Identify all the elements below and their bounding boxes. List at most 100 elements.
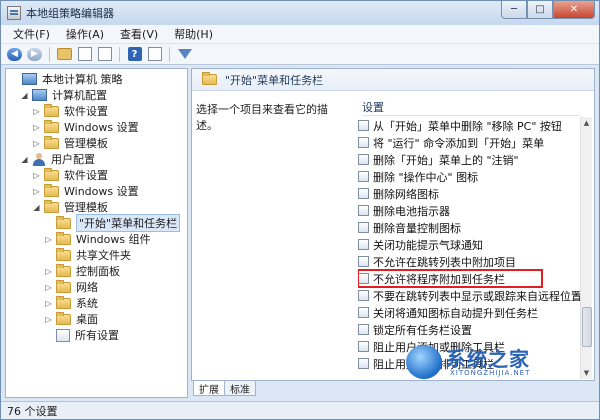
tree-item[interactable]: ▷ 管理模板: [32, 135, 108, 151]
view-tabs: 扩展 标准: [193, 381, 256, 396]
toolbar: ◀ ▶ ?: [1, 44, 599, 65]
folder-icon: [56, 231, 71, 245]
computer-icon: [32, 89, 47, 101]
menu-action[interactable]: 操作(A): [58, 26, 112, 42]
tree-expand-icon[interactable]: ▷: [44, 299, 53, 308]
tree-item-selected[interactable]: "开始"菜单和任务栏: [44, 214, 181, 232]
forward-arrow-icon: ▶: [27, 47, 42, 61]
menu-help[interactable]: 帮助(H): [166, 26, 221, 42]
toolbar-separator: [119, 46, 120, 62]
tree-item[interactable]: 共享文件夹: [44, 247, 131, 263]
minimize-button[interactable]: ─: [501, 1, 527, 19]
tree-expand-icon[interactable]: ▷: [44, 267, 53, 276]
list-item[interactable]: 关闭将通知图标自动提升到任务栏: [358, 304, 582, 321]
export-list-button[interactable]: [96, 46, 113, 63]
list-item[interactable]: 不要在跳转列表中显示或跟踪来自远程位置的项目: [358, 287, 582, 304]
help-button[interactable]: ?: [126, 46, 143, 63]
vertical-scrollbar[interactable]: ▲ ▼: [580, 117, 592, 379]
back-button[interactable]: ◀: [6, 46, 23, 63]
tree-item[interactable]: ◢ 管理模板: [32, 199, 108, 215]
list-item[interactable]: 锁定所有任务栏设置: [358, 321, 582, 338]
app-window: 本地组策略编辑器 ─ □ ✕ 文件(F) 操作(A) 查看(V) 帮助(H) ◀…: [0, 0, 600, 420]
list-item[interactable]: 删除 "操作中心" 图标: [358, 168, 582, 185]
list-item[interactable]: 将 "运行" 命令添加到「开始」菜单: [358, 134, 582, 151]
policy-setting-icon: [358, 324, 369, 335]
tree-item-label: 系统: [76, 297, 98, 310]
tree-expand-icon[interactable]: ▷: [44, 283, 53, 292]
menu-view[interactable]: 查看(V): [112, 26, 166, 42]
window-title: 本地组策略编辑器: [26, 7, 114, 20]
policy-setting-icon: [358, 341, 369, 352]
tree-item-label: 管理模板: [64, 201, 108, 214]
title-bar[interactable]: 本地组策略编辑器 ─ □ ✕: [1, 1, 599, 25]
properties-icon: [147, 47, 162, 61]
tree-expand-icon[interactable]: ▷: [32, 123, 41, 132]
tree-item[interactable]: ▷ Windows 设置: [32, 119, 139, 135]
tree-collapse-icon[interactable]: ◢: [20, 91, 29, 100]
list-item-label: 锁定所有任务栏设置: [373, 323, 472, 337]
tree-item-label: 网络: [76, 281, 98, 294]
tree-expand-icon[interactable]: ▷: [44, 235, 53, 244]
tree-item[interactable]: ◢ 计算机配置: [20, 87, 107, 103]
list-item[interactable]: 删除网络图标: [358, 185, 582, 202]
tree-item[interactable]: ▷ 软件设置: [32, 167, 108, 183]
tree-expand-icon[interactable]: ▷: [32, 107, 41, 116]
tree-expand-icon[interactable]: ▷: [32, 139, 41, 148]
scroll-thumb[interactable]: [582, 307, 592, 347]
tree-item[interactable]: 所有设置: [44, 327, 119, 343]
tree-expand-icon[interactable]: ▷: [32, 187, 41, 196]
properties-button[interactable]: [146, 46, 163, 63]
menu-file[interactable]: 文件(F): [5, 26, 58, 42]
list-item[interactable]: 删除「开始」菜单上的 "注销": [358, 151, 582, 168]
policy-setting-icon: [358, 290, 369, 301]
tree-expand-icon[interactable]: ▷: [44, 315, 53, 324]
tree-item[interactable]: ◢ 用户配置: [20, 151, 95, 167]
policy-setting-icon: [358, 239, 369, 250]
policy-setting-icon: [358, 120, 369, 131]
tree-collapse-icon[interactable]: ◢: [32, 203, 41, 212]
watermark-subtext: XITONGZHIJIA.NET: [450, 369, 531, 377]
folder-icon: [44, 167, 59, 181]
policy-setting-icon: [358, 154, 369, 165]
tab-extended[interactable]: 扩展: [193, 381, 225, 396]
list-item[interactable]: 从「开始」菜单中删除 "移除 PC" 按钮: [358, 117, 582, 134]
tab-standard[interactable]: 标准: [224, 381, 256, 396]
user-icon: [32, 152, 46, 166]
settings-list[interactable]: 从「开始」菜单中删除 "移除 PC" 按钮 将 "运行" 命令添加到「开始」菜单…: [358, 117, 582, 379]
list-item[interactable]: 删除音量控制图标: [358, 219, 582, 236]
tree-item[interactable]: 本地计算机 策略: [10, 71, 123, 87]
tree-item-label: 软件设置: [64, 105, 108, 118]
column-header-setting[interactable]: 设置: [362, 99, 580, 116]
policy-setting-icon: [358, 256, 369, 267]
details-header: "开始"菜单和任务栏: [192, 69, 594, 91]
tree-item[interactable]: ▷ 系统: [44, 295, 98, 311]
list-item[interactable]: 删除电池指示器: [358, 202, 582, 219]
tree-item[interactable]: ▷ 软件设置: [32, 103, 108, 119]
scroll-up-arrow-icon[interactable]: ▲: [581, 117, 592, 129]
folder-icon: [56, 247, 71, 261]
tree-item-label: 桌面: [76, 313, 98, 326]
policy-editor-app-icon: [7, 6, 21, 20]
close-button[interactable]: ✕: [553, 1, 595, 19]
list-item[interactable]: 不允许在跳转列表中附加项目: [358, 253, 582, 270]
tree-collapse-icon[interactable]: ◢: [20, 155, 29, 164]
filter-button[interactable]: [176, 46, 193, 63]
scroll-down-arrow-icon[interactable]: ▼: [581, 367, 592, 379]
menu-bar: 文件(F) 操作(A) 查看(V) 帮助(H): [1, 25, 599, 44]
show-hide-tree-button[interactable]: [76, 46, 93, 63]
description-text: 选择一个项目来查看它的描述。: [196, 103, 328, 132]
tree-item[interactable]: ▷ 桌面: [44, 311, 98, 327]
tree-item[interactable]: ▷ Windows 组件: [44, 231, 151, 247]
maximize-button[interactable]: □: [527, 1, 553, 19]
tree-expand-icon[interactable]: ▷: [32, 171, 41, 180]
tree-item[interactable]: ▷ 控制面板: [44, 263, 120, 279]
list-item-label: 删除网络图标: [373, 187, 439, 201]
list-item[interactable]: 关闭功能提示气球通知: [358, 236, 582, 253]
console-tree[interactable]: 本地计算机 策略 ◢ 计算机配置 ▷ 软件设置 ▷ Windows 设置 ▷ 管…: [5, 68, 188, 398]
list-item-highlighted[interactable]: 不允许将程序附加到任务栏: [358, 269, 543, 288]
forward-button[interactable]: ▶: [26, 46, 43, 63]
tree-item[interactable]: ▷ Windows 设置: [32, 183, 139, 199]
back-arrow-icon: ◀: [7, 47, 22, 61]
up-one-level-button[interactable]: [56, 46, 73, 63]
tree-item[interactable]: ▷ 网络: [44, 279, 98, 295]
